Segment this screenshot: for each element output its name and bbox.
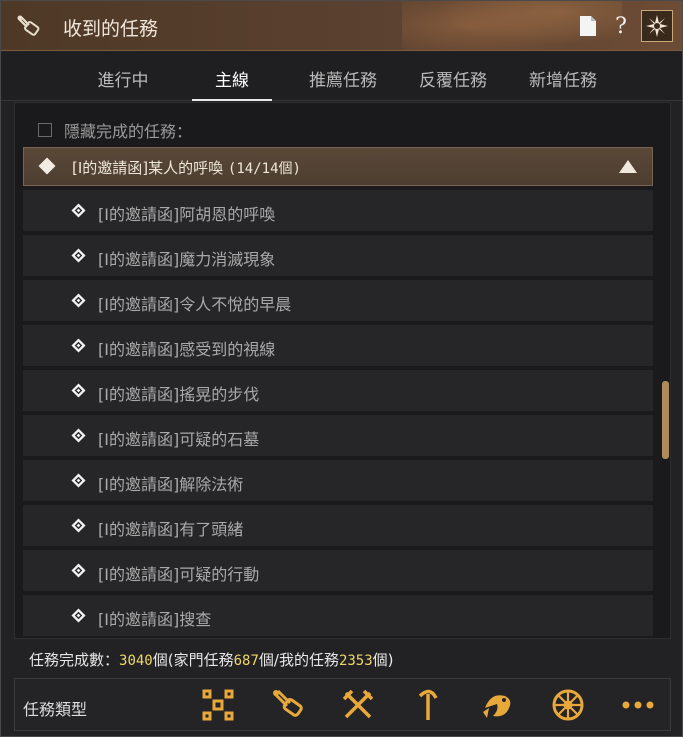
quest-list-item[interactable]: [I的邀請函]可疑的石墓 (23, 415, 653, 456)
quest-diamond-icon (71, 473, 86, 488)
quest-diamond-icon (71, 203, 86, 218)
tab-main-story[interactable]: 主線 (212, 66, 252, 91)
quest-list-item[interactable]: [I的邀請函]感受到的視線 (23, 325, 653, 366)
tab-repeatable[interactable]: 反覆任務 (418, 66, 488, 91)
quest-item-label: [I的邀請函]搜查 (98, 610, 212, 629)
quest-list-item[interactable]: [I的邀請函]解除法術 (23, 460, 653, 501)
quest-diamond-icon (71, 293, 86, 308)
help-icon[interactable]: ? (608, 13, 634, 39)
tab-in-progress[interactable]: 進行中 (96, 66, 150, 91)
stats-mine: 2353 (338, 653, 373, 669)
quest-group-name: [I的邀請函]某人的呼喚 (72, 159, 224, 177)
scroll-icon[interactable] (269, 687, 307, 723)
quest-item-label: [I的邀請函]阿胡恩的呼喚 (98, 205, 276, 224)
quest-type-label: 任務類型 (23, 700, 88, 719)
fishing-icon[interactable] (479, 687, 517, 723)
hide-completed-label: 隱藏完成的任務： (64, 122, 193, 141)
tab-new[interactable]: 新增任務 (528, 66, 598, 91)
quest-group-header[interactable]: [I的邀請函]某人的呼喚 (14/14個) (23, 147, 653, 186)
stats-part3: 個) (372, 651, 394, 669)
quest-list-item[interactable]: [I的邀請函]搖晃的步伐 (23, 370, 653, 411)
quest-completion-stats: 任務完成數：3040個(家門任務687個/我的任務2353個) (29, 649, 394, 670)
quest-item-label: [I的邀請函]可疑的石墓 (98, 430, 260, 449)
quest-list-item[interactable]: [I的邀請函]搜查 (23, 595, 653, 636)
quest-item-label: [I的邀請函]魔力消滅現象 (98, 250, 276, 269)
settings-icon[interactable] (641, 10, 673, 42)
document-icon[interactable] (575, 13, 601, 39)
more-icon[interactable] (619, 687, 657, 723)
hide-completed-toggle[interactable]: 隱藏完成的任務： (38, 118, 192, 142)
stats-family: 687 (233, 653, 259, 669)
stats-prefix: 任務完成數： (29, 651, 120, 669)
quest-item-label: [I的邀請函]感受到的視線 (98, 340, 276, 359)
quest-window: 收到的任務 ? 進行中 主線 推薦任務 反覆任務 新增任務 隱藏完成的任務： [… (0, 0, 683, 737)
stats-total: 3040 (119, 653, 153, 669)
quest-diamond-icon (71, 383, 86, 398)
quest-list-item[interactable]: [I的邀請函]令人不悅的早晨 (23, 280, 653, 321)
title-bar[interactable]: 收到的任務 ? (1, 1, 682, 51)
quest-item-label: [I的邀請函]令人不悅的早晨 (98, 295, 292, 314)
quest-scroll-icon (17, 15, 40, 36)
quest-list-item[interactable]: [I的邀請函]有了頭緒 (23, 505, 653, 546)
active-tab-indicator (192, 99, 272, 101)
collapse-arrow-icon[interactable] (619, 160, 637, 173)
sailing-icon[interactable] (549, 687, 587, 723)
all-types-icon[interactable] (199, 687, 237, 723)
quest-item-label: [I的邀請函]解除法術 (98, 475, 244, 494)
diamond-icon (38, 157, 56, 175)
quest-type-bar: 任務類型 (14, 678, 671, 731)
quest-list-item[interactable]: [I的邀請函]阿胡恩的呼喚 (23, 190, 653, 231)
quest-diamond-icon (71, 428, 86, 443)
stats-part1: 個(家門任務 (152, 651, 234, 669)
quest-diamond-icon (71, 608, 86, 623)
quest-list: [I的邀請函]阿胡恩的呼喚 [I的邀請函]魔力消滅現象 [I的邀請函]令人不悅的早晨… (23, 190, 653, 638)
quest-list-panel: 隱藏完成的任務： [I的邀請函]某人的呼喚 (14/14個) [I的邀請函]阿胡… (14, 102, 671, 639)
quest-item-label: [I的邀請函]搖晃的步伐 (98, 385, 260, 404)
tab-bar: 進行中 主線 推薦任務 反覆任務 新增任務 (1, 52, 682, 101)
quest-group-title: [I的邀請函]某人的呼喚 (14/14個) (72, 157, 301, 178)
quest-diamond-icon (71, 563, 86, 578)
quest-list-item[interactable]: [I的邀請函]可疑的行動 (23, 550, 653, 591)
quest-diamond-icon (71, 518, 86, 533)
quest-diamond-icon (71, 248, 86, 263)
hide-completed-checkbox[interactable] (38, 123, 52, 137)
combat-icon[interactable] (339, 687, 377, 723)
scrollbar-thumb[interactable] (662, 381, 669, 459)
quest-list-item[interactable]: [I的邀請函]魔力消滅現象 (23, 235, 653, 276)
quest-group-count: (14/14個) (227, 161, 301, 177)
stats-part2: 個/我的任務 (258, 651, 339, 669)
quest-item-label: [I的邀請函]有了頭緒 (98, 520, 244, 539)
quest-item-label: [I的邀請函]可疑的行動 (98, 565, 260, 584)
gathering-icon[interactable] (409, 687, 447, 723)
quest-diamond-icon (71, 338, 86, 353)
tab-recommended[interactable]: 推薦任務 (308, 66, 378, 91)
window-title: 收到的任務 (63, 18, 159, 40)
